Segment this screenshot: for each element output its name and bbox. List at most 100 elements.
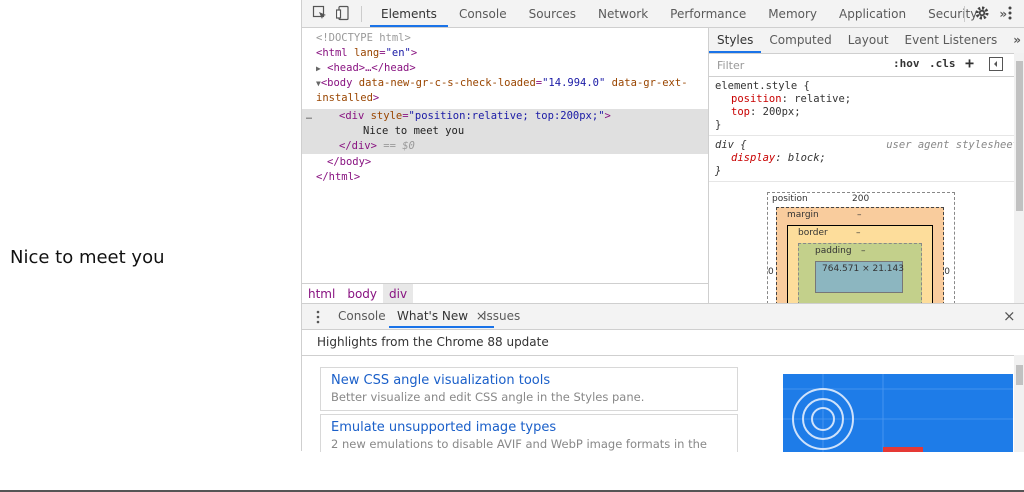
box-content[interactable]: 764.571 × 21.143: [815, 261, 904, 293]
div-style-value: "position:relative; top:200px;": [408, 110, 605, 122]
css-value-position[interactable]: relative;: [794, 93, 851, 105]
content-size: 764.571 × 21.143: [822, 264, 904, 274]
devtools-toolbar: Elements Console Sources Network Perform…: [302, 0, 1024, 28]
box-position: position 200 0 0 margin – border – paddi…: [767, 192, 955, 303]
page-text: Nice to meet you: [10, 247, 165, 268]
position-label: position: [772, 194, 808, 204]
subtab-styles[interactable]: Styles: [709, 28, 762, 53]
body-close-tag: </body>: [327, 156, 372, 168]
dom-html-close[interactable]: </html>: [316, 170, 708, 185]
breadcrumb-div[interactable]: div: [383, 284, 414, 304]
drawer-tab-issues[interactable]: Issues: [483, 304, 520, 328]
dom-div-selected[interactable]: … <div style="position:relative; top:200…: [302, 109, 708, 124]
dom-div-text[interactable]: Nice to meet you: [302, 124, 708, 139]
tab-application[interactable]: Application: [828, 0, 917, 27]
elements-tree: <!DOCTYPE html> <html lang="en"> ▶ <head…: [302, 28, 708, 283]
box-padding: padding – 764.571 × 21.143: [798, 243, 922, 303]
padding-label: padding: [815, 246, 852, 256]
class-toggle[interactable]: .cls: [929, 57, 956, 70]
styles-pane: Styles Computed Layout Event Listeners »…: [708, 28, 1024, 303]
ellipsis-icon[interactable]: …: [306, 109, 312, 124]
toolbar-separator: [361, 6, 362, 22]
dom-body-open[interactable]: ▼<body data-new-gr-c-s-check-loaded="14.…: [316, 76, 708, 91]
dom-div-close[interactable]: </div> == $0: [302, 139, 708, 154]
feature-card[interactable]: Emulate unsupported image types 2 new em…: [320, 414, 738, 452]
drawer-scrollbar[interactable]: [1014, 355, 1024, 452]
gear-icon[interactable]: [974, 5, 990, 21]
toggle-sidebar-icon[interactable]: [989, 57, 1003, 71]
highlights-heading: Highlights from the Chrome 88 update: [302, 330, 1024, 356]
position-right-value[interactable]: 0: [944, 267, 950, 277]
css-value-top[interactable]: 200px;: [763, 106, 801, 118]
hover-state-toggle[interactable]: :hov: [893, 57, 920, 70]
head-tag: <head>…</head>: [327, 62, 416, 74]
inspect-element-icon[interactable]: [312, 5, 328, 21]
element-style-rule[interactable]: element.style { position: relative; top:…: [709, 77, 1024, 136]
div-close-tag: </div>: [339, 140, 377, 152]
styles-scrollbar-thumb[interactable]: [1016, 61, 1023, 211]
drawer-scrollbar-thumb[interactable]: [1016, 365, 1023, 385]
breadcrumb-body[interactable]: body: [341, 284, 383, 304]
css-prop-top[interactable]: top: [731, 106, 750, 118]
styles-filter-input[interactable]: [715, 57, 869, 74]
tab-memory[interactable]: Memory: [757, 0, 828, 27]
subtab-computed[interactable]: Computed: [761, 28, 839, 53]
dom-head[interactable]: ▶ <head>…</head>: [316, 61, 708, 76]
tab-sources[interactable]: Sources: [518, 0, 587, 27]
css-prop-display: display: [731, 152, 776, 164]
breadcrumb: html body div: [302, 283, 708, 304]
margin-value[interactable]: –: [857, 210, 862, 220]
border-value[interactable]: –: [856, 228, 861, 238]
div-ua-rule[interactable]: div { user agent stylesheet display: blo…: [709, 136, 1024, 182]
div-style-attr: style: [370, 110, 403, 122]
drawer-tab-console[interactable]: Console: [338, 304, 386, 328]
feature-card[interactable]: New CSS angle visualization tools Better…: [320, 367, 738, 411]
feature-card-desc: Better visualize and edit CSS angle in t…: [331, 390, 645, 404]
dom-body-open-cont: installed>: [316, 92, 380, 104]
tab-network[interactable]: Network: [587, 0, 659, 27]
border-label: border: [798, 228, 828, 238]
doctype-text: <!DOCTYPE html>: [316, 32, 411, 44]
kebab-menu-icon[interactable]: [1002, 5, 1018, 21]
breadcrumb-html[interactable]: html: [302, 284, 341, 304]
css-prop-position[interactable]: position: [731, 93, 782, 105]
dom-doctype[interactable]: <!DOCTYPE html>: [316, 31, 708, 46]
feature-card-title[interactable]: New CSS angle visualization tools: [331, 372, 727, 389]
html-lang-value: "en": [385, 47, 411, 59]
close-brace: }: [715, 165, 722, 177]
subtab-layout[interactable]: Layout: [840, 28, 897, 53]
close-drawer-icon[interactable]: ×: [1003, 304, 1016, 328]
html-lang-attr: lang: [353, 47, 380, 59]
new-rule-button[interactable]: +: [965, 54, 974, 72]
subtab-event-listeners[interactable]: Event Listeners: [897, 28, 1006, 53]
position-value[interactable]: 200: [852, 194, 869, 204]
html-close-tag: </html>: [316, 171, 361, 183]
drawer-menu-icon[interactable]: [315, 310, 321, 324]
dom-body-close[interactable]: </body>: [327, 155, 708, 170]
device-toolbar-icon[interactable]: [336, 5, 352, 21]
position-left-value[interactable]: 0: [768, 267, 774, 277]
ua-stylesheet-label: user agent stylesheet: [886, 139, 1019, 151]
body-attr-2-cont: installed: [316, 92, 373, 104]
expand-triangle-icon[interactable]: ▶: [316, 64, 321, 73]
more-subtabs-button[interactable]: »: [1005, 28, 1024, 53]
margin-label: margin: [787, 210, 819, 220]
whats-new-label: What's New: [397, 309, 469, 323]
body-attr-1: data-new-gr-c-s-check-loaded: [358, 77, 536, 89]
dom-html-open[interactable]: <html lang="en">: [316, 46, 708, 61]
drawer-tab-whats-new[interactable]: What's New ×: [389, 304, 494, 328]
styles-subtabs: Styles Computed Layout Event Listeners »: [709, 28, 1024, 54]
styles-scrollbar[interactable]: [1014, 53, 1024, 303]
body-attr-2: data-gr-ext-: [611, 77, 688, 89]
html-tag: <html: [316, 47, 348, 59]
feature-card-desc: 2 new emulations to disable AVIF and Web…: [331, 437, 707, 451]
tab-console[interactable]: Console: [448, 0, 518, 27]
drawer-panel: Console What's New × Issues × Highlights…: [302, 303, 1024, 452]
body-value-1: "14.994.0": [542, 77, 606, 89]
tab-performance[interactable]: Performance: [659, 0, 757, 27]
close-brace: }: [715, 119, 722, 131]
padding-value[interactable]: –: [861, 246, 866, 256]
feature-card-title[interactable]: Emulate unsupported image types: [331, 419, 727, 436]
tab-elements[interactable]: Elements: [370, 0, 448, 27]
devtools-tabs: Elements Console Sources Network Perform…: [370, 0, 1018, 28]
